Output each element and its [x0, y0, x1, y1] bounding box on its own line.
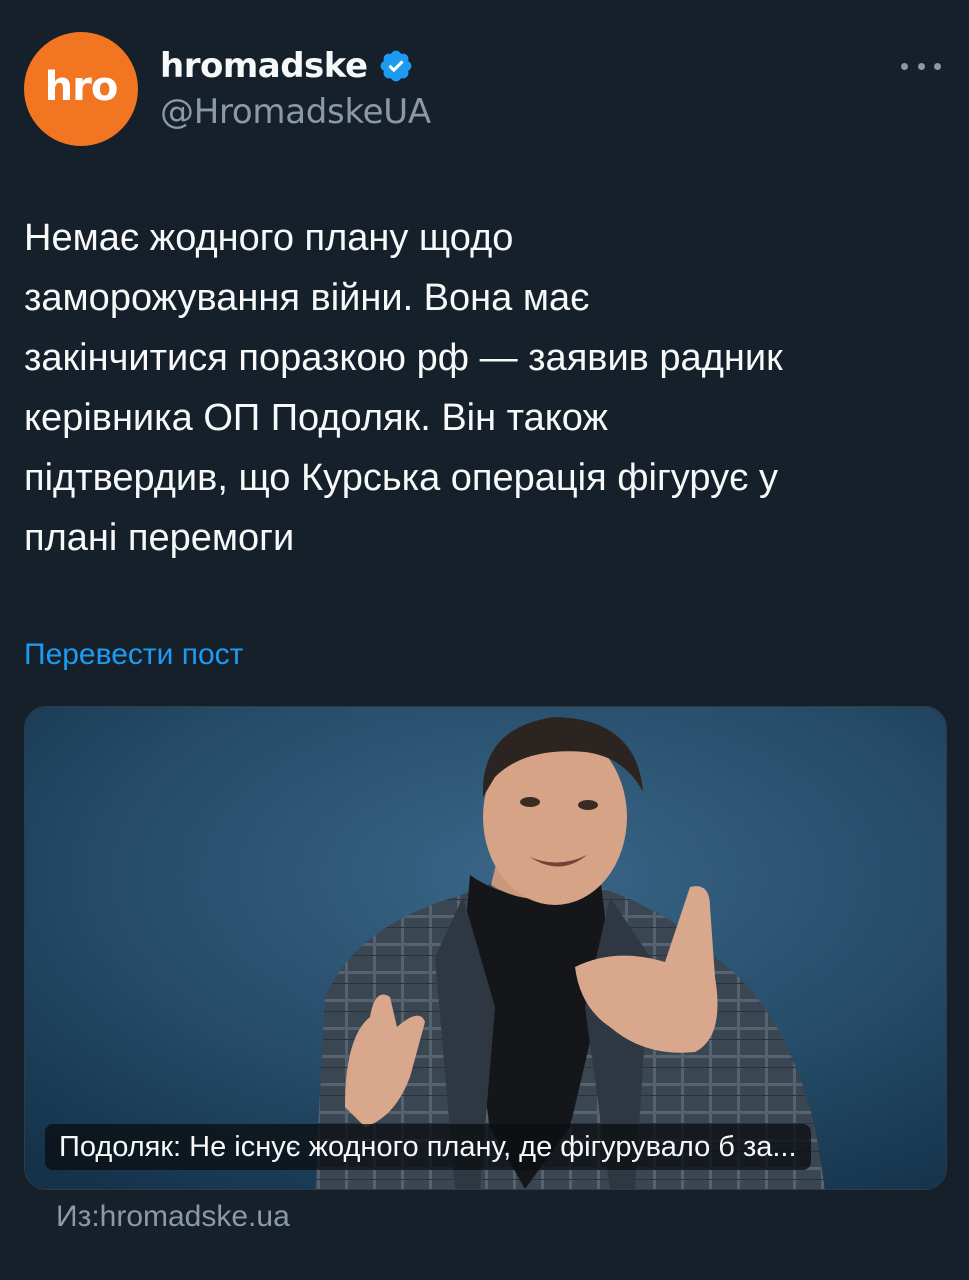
- more-dot: [934, 62, 941, 70]
- more-dot: [901, 62, 908, 70]
- article-photo: [25, 707, 946, 1189]
- user-handle[interactable]: @HromadskeUA: [160, 92, 431, 132]
- name-row: hromadske: [160, 44, 431, 88]
- verified-badge-icon: [380, 50, 411, 82]
- tweet-text: Немає жодного плану щодо заморожування в…: [24, 217, 783, 559]
- link-preview-card[interactable]: Подоляк: Не існує жодного плану, де фігу…: [24, 706, 947, 1190]
- tweet-header: hro hromadske @HromadskeUA: [24, 32, 945, 148]
- avatar[interactable]: hro: [24, 32, 138, 146]
- display-name[interactable]: hromadske: [160, 46, 368, 86]
- card-source-link[interactable]: Из:hromadske.ua: [56, 1200, 290, 1234]
- more-options-icon[interactable]: [901, 54, 941, 78]
- author-info[interactable]: hromadske @HromadskeUA: [160, 44, 431, 132]
- card-title: Подоляк: Не існує жодного плану, де фігу…: [45, 1124, 811, 1170]
- translate-post-link[interactable]: Перевести пост: [24, 638, 243, 672]
- avatar-logo-text: hro: [44, 64, 119, 110]
- tweet-view: hro hromadske @HromadskeUA Немає жодного…: [0, 0, 969, 1280]
- more-dot: [917, 62, 925, 70]
